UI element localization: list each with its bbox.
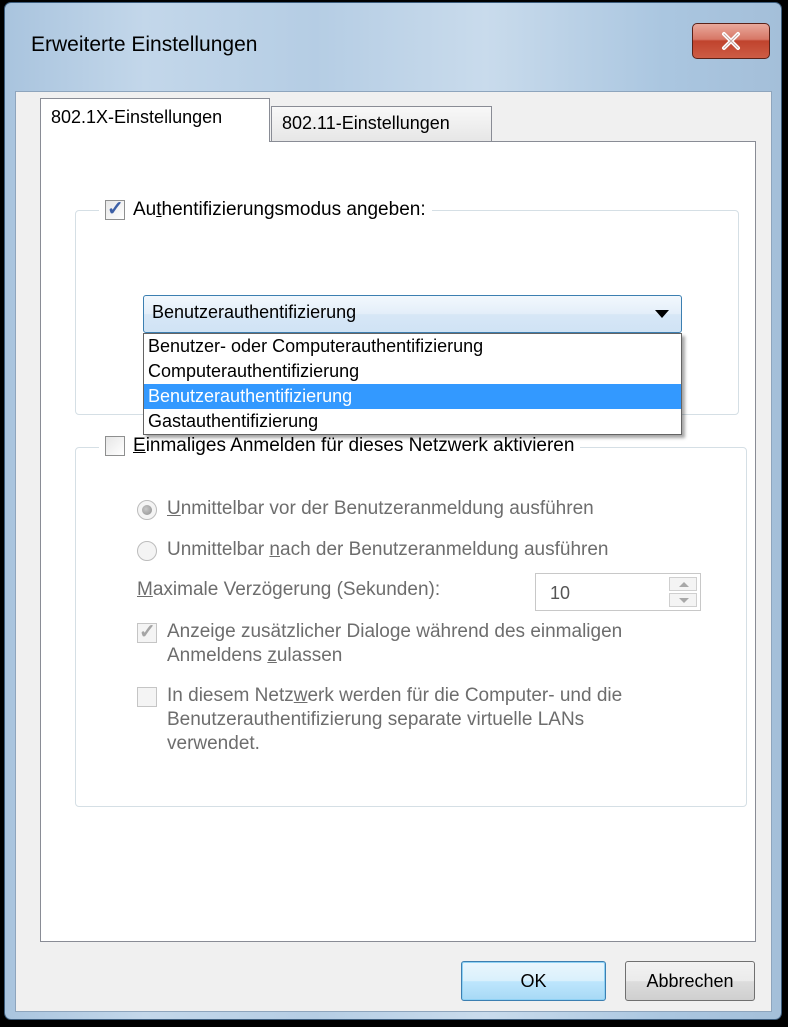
extra-dialogs-label[interactable]: Anzeige zusätzlicher Dialoge während des… xyxy=(167,620,622,668)
max-delay-label: Maximale Verzögerung (Sekunden): xyxy=(137,579,441,600)
sso-legend: Einmaliges Anmelden für dieses Netzwerk … xyxy=(99,435,581,457)
spin-up-icon[interactable] xyxy=(669,577,697,591)
spin-buttons xyxy=(669,577,697,607)
auth-mode-combobox-value: Benutzerauthentifizierung xyxy=(152,302,357,322)
radio-before-logon-label[interactable]: Unmittelbar vor der Benutzeranmeldung au… xyxy=(167,498,594,520)
tab-panel-8021x: Authentifizierungsmodus angeben: Benutze… xyxy=(40,141,756,942)
sso-enable-checkbox[interactable] xyxy=(105,436,125,456)
close-icon xyxy=(722,32,740,50)
radio-after-logon[interactable] xyxy=(137,541,157,561)
extra-dialogs-checkbox[interactable] xyxy=(137,619,157,644)
separate-vlans-checkbox[interactable] xyxy=(137,687,157,707)
auth-mode-legend: Authentifizierungsmodus angeben: xyxy=(99,196,432,221)
spin-down-icon[interactable] xyxy=(669,593,697,607)
radio-after-logon-row: Unmittelbar nach der Benutzeranmeldung a… xyxy=(137,539,609,561)
close-button[interactable] xyxy=(692,23,770,59)
dialog-client-area: 802.1X-Einstellungen 802.11-Einstellunge… xyxy=(15,91,772,1012)
auth-mode-combobox[interactable]: Benutzerauthentifizierung xyxy=(143,295,682,333)
max-delay-spinbox[interactable]: 10 xyxy=(535,573,701,611)
dropdown-option[interactable]: Benutzer- oder Computerauthentifizierung xyxy=(144,334,681,359)
dropdown-option[interactable]: Gastauthentifizierung xyxy=(144,409,681,434)
separate-vlans-label[interactable]: In diesem Netzwerk werden für die Comput… xyxy=(167,684,622,756)
dropdown-option[interactable]: Computerauthentifizierung xyxy=(144,359,681,384)
tab-8021x-settings[interactable]: 802.1X-Einstellungen xyxy=(40,98,270,142)
sso-enable-label[interactable]: Einmaliges Anmelden für dieses Netzwerk … xyxy=(133,435,574,457)
radio-before-logon-row: Unmittelbar vor der Benutzeranmeldung au… xyxy=(137,498,594,520)
auth-mode-dropdown-list: Benutzer- oder Computerauthentifizierung… xyxy=(143,333,682,435)
ok-button[interactable]: OK xyxy=(461,961,606,1001)
dialog-window: Erweiterte Einstellungen 802.1X-Einstell… xyxy=(4,2,782,1020)
separate-vlans-row: In diesem Netzwerk werden für die Comput… xyxy=(137,684,622,756)
title-bar[interactable]: Erweiterte Einstellungen xyxy=(5,3,781,91)
max-delay-value: 10 xyxy=(550,583,571,603)
chevron-down-icon[interactable] xyxy=(655,310,669,318)
auth-mode-label[interactable]: Authentifizierungsmodus angeben: xyxy=(133,199,426,221)
radio-before-logon[interactable] xyxy=(137,500,157,520)
window-title: Erweiterte Einstellungen xyxy=(31,33,258,56)
tab-80211-settings[interactable]: 802.11-Einstellungen xyxy=(271,106,492,142)
cancel-button[interactable]: Abbrechen xyxy=(625,961,755,1001)
dropdown-option-selected[interactable]: Benutzerauthentifizierung xyxy=(144,384,681,409)
extra-dialogs-row: Anzeige zusätzlicher Dialoge während des… xyxy=(137,619,622,668)
radio-after-logon-label[interactable]: Unmittelbar nach der Benutzeranmeldung a… xyxy=(167,539,609,561)
auth-mode-checkbox[interactable] xyxy=(105,196,125,221)
